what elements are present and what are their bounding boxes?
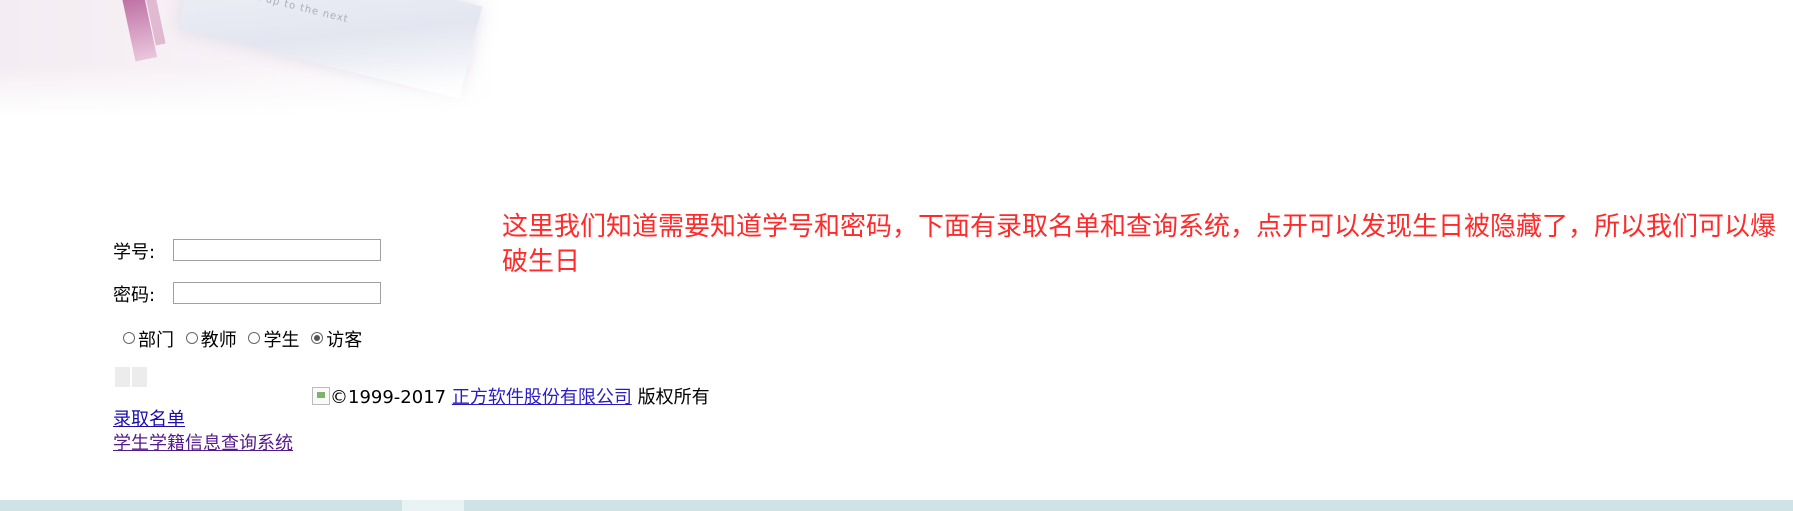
copyright-text: ©1999-2017 [330, 387, 452, 408]
role-radio-department[interactable]: 部门 [123, 326, 174, 352]
student-info-system-link[interactable]: 学生学籍信息查询系统 [113, 432, 293, 456]
radio-circle-icon[interactable] [248, 332, 261, 344]
radio-circle-icon[interactable] [185, 332, 198, 344]
rights-text: 版权所有 [631, 387, 710, 408]
role-label: 学生 [263, 330, 300, 351]
role-radio-student[interactable]: 学生 [248, 326, 299, 352]
banner-fade [0, 65, 500, 115]
password-row: 密码: [113, 281, 381, 307]
login-button[interactable] [115, 367, 130, 387]
quick-links: 录取名单 学生学籍信息查询系统 [113, 408, 293, 456]
role-label: 部门 [138, 330, 174, 351]
admission-list-link[interactable]: 录取名单 [113, 408, 293, 432]
annotation-text: 这里我们知道需要知道学号和密码，下面有录取名单和查询系统，点开可以发现生日被隐藏… [502, 212, 1777, 277]
student-id-label: 学号: [113, 242, 156, 263]
footer: ©1999-2017 正方软件股份有限公司 版权所有 [312, 383, 710, 409]
banner-paper-text: ...and up to the next [227, 0, 350, 26]
radio-circle-selected-icon[interactable] [311, 332, 324, 344]
login-buttons [115, 367, 149, 391]
reset-button[interactable] [132, 367, 147, 387]
bottom-bar-segment [402, 500, 464, 511]
radio-circle-icon[interactable] [123, 332, 135, 344]
password-input[interactable] [173, 282, 381, 304]
role-radio-group: 部门 教师 学生 访客 [123, 326, 368, 352]
broken-image-icon [312, 387, 330, 405]
company-link[interactable]: 正方软件股份有限公司 [452, 387, 632, 408]
role-label: 访客 [326, 330, 363, 351]
bottom-bar [0, 500, 1793, 511]
role-label: 教师 [200, 330, 237, 351]
role-radio-visitor[interactable]: 访客 [311, 326, 362, 352]
password-label: 密码: [113, 285, 156, 306]
student-id-input[interactable] [173, 239, 381, 261]
student-id-row: 学号: [113, 238, 381, 264]
header-banner-image: ...and up to the next [0, 0, 500, 115]
role-radio-teacher[interactable]: 教师 [185, 326, 237, 352]
